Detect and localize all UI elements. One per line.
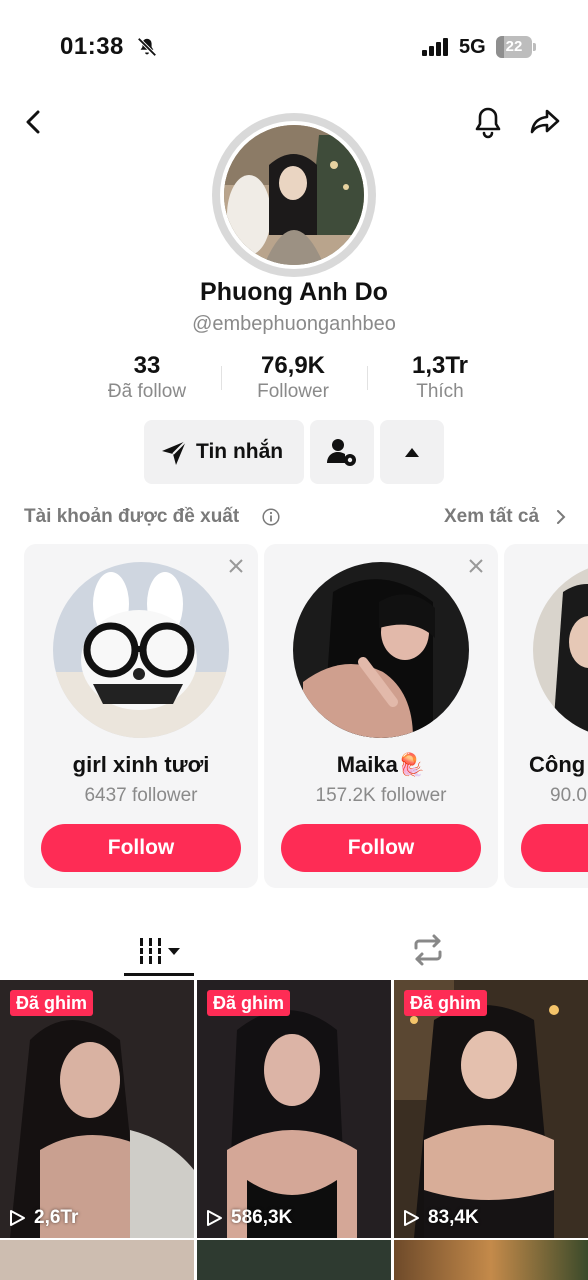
back-arrow-icon[interactable] xyxy=(16,104,52,140)
video-tile[interactable] xyxy=(0,1240,194,1280)
pinned-badge: Đã ghim xyxy=(404,990,488,1016)
follow-button[interactable]: Follow xyxy=(41,824,241,872)
bell-icon[interactable] xyxy=(470,104,506,140)
likes-count: 1,3Tr xyxy=(411,352,469,379)
info-icon[interactable] xyxy=(262,508,280,526)
see-all-link[interactable]: Xem tất cả xyxy=(444,506,539,528)
battery-icon: 22 xyxy=(496,36,536,58)
video-thumbnail xyxy=(0,980,194,1238)
battery-level: 22 xyxy=(505,38,523,55)
grid-icon xyxy=(140,938,180,964)
video-tile[interactable]: Đã ghim 586,3K xyxy=(197,980,391,1238)
play-icon xyxy=(207,1210,222,1226)
suggested-followers: 90.0 xyxy=(550,785,587,806)
following-count: 33 xyxy=(133,352,161,379)
caret-up-icon xyxy=(405,448,419,457)
repost-icon[interactable] xyxy=(410,932,446,968)
suggested-name: Công xyxy=(529,752,586,777)
play-icon xyxy=(10,1210,25,1226)
message-label: Tin nhắn xyxy=(196,440,284,463)
followers-label: Follower xyxy=(257,381,329,402)
display-name: Phuong Anh Do xyxy=(200,278,388,306)
suggested-followers: 157.2K follower xyxy=(315,785,447,806)
close-icon[interactable] xyxy=(468,558,484,574)
following-label: Đã follow xyxy=(107,381,187,402)
view-count-text: 83,4K xyxy=(428,1207,479,1228)
suggested-avatar xyxy=(293,562,469,738)
username: @embephuonganhbeo xyxy=(192,313,396,335)
chevron-right-icon xyxy=(557,510,566,524)
network-type: 5G xyxy=(459,36,486,58)
status-bar: 01:38 5G 22 xyxy=(0,0,588,96)
tab-videos[interactable] xyxy=(124,928,194,976)
signal-icon xyxy=(422,38,448,56)
suggested-card[interactable]: Công 90.0 xyxy=(504,544,588,888)
following-stat[interactable]: 33 Đã follow xyxy=(77,352,217,403)
suggested-card[interactable]: girl xinh tươi 6437 follower Follow xyxy=(24,544,258,888)
user-settings-icon xyxy=(327,439,356,466)
share-icon[interactable] xyxy=(527,104,563,140)
play-icon xyxy=(404,1210,419,1226)
suggested-avatar xyxy=(53,562,229,738)
likes-stat[interactable]: 1,3Tr Thích xyxy=(370,352,510,403)
view-count-text: 2,6Tr xyxy=(34,1207,79,1228)
likes-label: Thích xyxy=(416,381,464,402)
video-tile[interactable]: Đã ghim 83,4K xyxy=(394,980,588,1238)
suggested-title: Tài khoản được đề xuất xyxy=(24,506,240,527)
video-tile[interactable]: Đã ghim 2,6Tr xyxy=(0,980,194,1238)
suggested-name: girl xinh tươi xyxy=(72,752,210,777)
close-icon[interactable] xyxy=(228,558,244,574)
toggle-suggestions-button[interactable] xyxy=(380,420,444,484)
followers-count: 76,9K xyxy=(260,352,326,379)
view-count-text: 586,3K xyxy=(231,1207,293,1228)
video-thumbnail xyxy=(197,980,391,1238)
video-tile[interactable] xyxy=(197,1240,391,1280)
tab-indicator xyxy=(124,973,194,976)
follow-button[interactable]: Follow xyxy=(281,824,481,872)
suggested-card[interactable]: Maika🪼 157.2K follower Follow xyxy=(264,544,498,888)
follow-button[interactable] xyxy=(521,824,588,872)
stat-divider xyxy=(221,366,222,390)
profile-avatar[interactable] xyxy=(212,113,376,277)
send-icon xyxy=(162,440,187,465)
video-thumbnail xyxy=(394,980,588,1238)
suggested-avatar xyxy=(533,562,588,738)
message-button[interactable]: Tin nhắn xyxy=(144,420,304,484)
friend-settings-button[interactable] xyxy=(310,420,374,484)
status-time: 01:38 xyxy=(60,33,124,60)
bell-off-icon xyxy=(137,37,157,57)
suggested-name: Maika🪼 xyxy=(336,752,426,777)
pinned-badge: Đã ghim xyxy=(10,990,94,1016)
stat-divider xyxy=(367,366,368,390)
pinned-badge: Đã ghim xyxy=(207,990,291,1016)
followers-stat[interactable]: 76,9K Follower xyxy=(223,352,363,403)
video-tile[interactable] xyxy=(394,1240,588,1280)
suggested-followers: 6437 follower xyxy=(84,785,198,806)
avatar-image xyxy=(224,125,364,265)
